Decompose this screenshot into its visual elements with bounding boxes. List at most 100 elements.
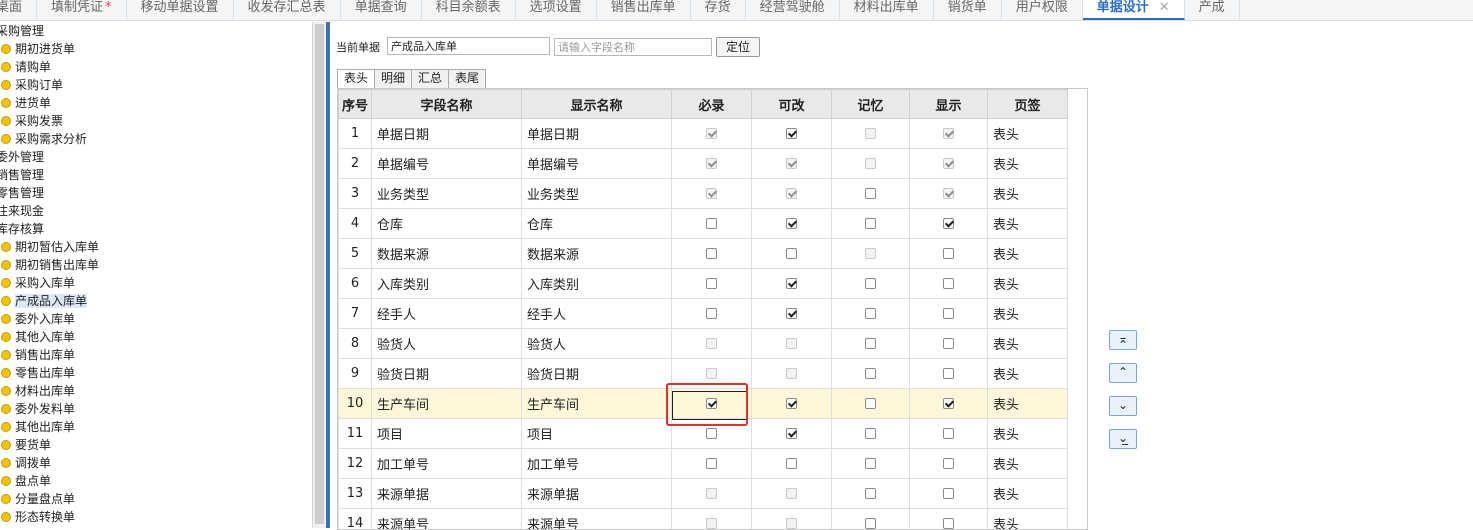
editable-checkbox[interactable] — [786, 308, 797, 319]
editable-checkbox[interactable] — [786, 458, 797, 469]
display-name-cell[interactable]: 加工单号 — [522, 449, 672, 479]
tree-leaf[interactable]: 请购单 — [0, 58, 312, 76]
editable-checkbox[interactable] — [786, 278, 797, 289]
memory-checkbox[interactable] — [865, 308, 876, 319]
table-row[interactable]: 8验货人验货人表头 — [339, 329, 1068, 359]
section-tab[interactable]: 表头 — [337, 69, 375, 89]
tree-group[interactable]: 库存核算 — [0, 220, 312, 238]
tree-group[interactable]: 采购管理 — [0, 22, 312, 40]
tab-item[interactable]: 移动单据设置 — [127, 0, 234, 20]
tab-item[interactable]: 桌面 — [0, 0, 37, 20]
required-checkbox[interactable] — [706, 248, 717, 259]
page-cell[interactable]: 表头 — [988, 119, 1068, 149]
tab-item[interactable]: 单据设计✕ — [1083, 0, 1185, 20]
tree-leaf[interactable]: 采购入库单 — [0, 274, 312, 292]
tree-leaf[interactable]: 进货单 — [0, 94, 312, 112]
display-name-cell[interactable]: 单据编号 — [522, 149, 672, 179]
table-row[interactable]: 3业务类型业务类型表头 — [339, 179, 1068, 209]
memory-checkbox[interactable] — [865, 458, 876, 469]
tree-leaf[interactable]: 期初进货单 — [0, 40, 312, 58]
display-name-cell[interactable]: 来源单号 — [522, 509, 672, 530]
show-checkbox[interactable] — [943, 398, 954, 409]
table-row[interactable]: 7经手人经手人表头 — [339, 299, 1068, 329]
tab-item[interactable]: 科目余额表 — [422, 0, 516, 20]
tab-item[interactable]: 单据查询 — [341, 0, 422, 20]
page-cell[interactable]: 表头 — [988, 329, 1068, 359]
move-up-button[interactable]: ⌃ — [1109, 363, 1137, 383]
memory-checkbox[interactable] — [865, 518, 876, 529]
section-tab[interactable]: 汇总 — [411, 69, 449, 88]
tree-leaf[interactable]: 销售出库单 — [0, 346, 312, 364]
show-checkbox[interactable] — [943, 458, 954, 469]
tab-item[interactable]: 销货单 — [934, 0, 1002, 20]
field-name-cell[interactable]: 仓库 — [372, 209, 522, 239]
required-checkbox[interactable] — [706, 308, 717, 319]
tab-item[interactable]: 产成 — [1185, 0, 1240, 20]
section-tab[interactable]: 明细 — [374, 69, 412, 88]
tab-item[interactable]: 材料出库单 — [840, 0, 934, 20]
memory-checkbox[interactable] — [865, 398, 876, 409]
tree-leaf[interactable]: 产成品入库单 — [0, 292, 312, 310]
table-row[interactable]: 4仓库仓库表头 — [339, 209, 1068, 239]
tree-scrollbar-thumb[interactable] — [315, 24, 324, 524]
tree-leaf[interactable]: 期初销售出库单 — [0, 256, 312, 274]
page-cell[interactable]: 表头 — [988, 209, 1068, 239]
editable-checkbox[interactable] — [786, 128, 797, 139]
tree-leaf[interactable]: 委外入库单 — [0, 310, 312, 328]
move-bottom-button[interactable]: ⌄̲ — [1109, 429, 1137, 449]
table-row[interactable]: 2单据编号单据编号表头 — [339, 149, 1068, 179]
display-name-cell[interactable]: 验货日期 — [522, 359, 672, 389]
tree-leaf[interactable]: 采购需求分析 — [0, 130, 312, 148]
memory-checkbox[interactable] — [865, 488, 876, 499]
tab-item[interactable]: 收发存汇总表 — [234, 0, 341, 20]
memory-checkbox[interactable] — [865, 278, 876, 289]
required-checkbox[interactable] — [706, 218, 717, 229]
required-checkbox[interactable] — [706, 428, 717, 439]
table-row[interactable]: 13来源单据来源单据表头 — [339, 479, 1068, 509]
table-row[interactable]: 1单据日期单据日期表头 — [339, 119, 1068, 149]
section-tab[interactable]: 表尾 — [448, 69, 486, 88]
show-checkbox[interactable] — [943, 248, 954, 259]
close-icon[interactable]: ✕ — [1159, 0, 1170, 16]
move-top-button[interactable]: ⌅ — [1109, 330, 1137, 350]
field-name-cell[interactable]: 生产车间 — [372, 389, 522, 419]
editable-checkbox[interactable] — [786, 248, 797, 259]
editable-checkbox[interactable] — [786, 218, 797, 229]
field-name-cell[interactable]: 来源单据 — [372, 479, 522, 509]
field-name-cell[interactable]: 业务类型 — [372, 179, 522, 209]
display-name-cell[interactable]: 入库类别 — [522, 269, 672, 299]
page-cell[interactable]: 表头 — [988, 389, 1068, 419]
field-name-cell[interactable]: 项目 — [372, 419, 522, 449]
tree-leaf[interactable]: 分量盘点单 — [0, 490, 312, 508]
tab-item[interactable]: 销售出库单 — [597, 0, 691, 20]
tab-item[interactable]: 填制凭证* — [37, 0, 127, 20]
field-name-cell[interactable]: 来源单号 — [372, 509, 522, 530]
tree-group[interactable]: 委外管理 — [0, 148, 312, 166]
display-name-cell[interactable]: 数据来源 — [522, 239, 672, 269]
locate-button[interactable]: 定位 — [716, 37, 760, 57]
display-name-cell[interactable]: 单据日期 — [522, 119, 672, 149]
tree-leaf[interactable]: 要货单 — [0, 436, 312, 454]
display-name-cell[interactable]: 生产车间 — [522, 389, 672, 419]
tree-scrollbar[interactable] — [312, 22, 327, 528]
tree-leaf[interactable]: 形态转换单 — [0, 508, 312, 526]
field-name-cell[interactable]: 验货日期 — [372, 359, 522, 389]
display-name-cell[interactable]: 经手人 — [522, 299, 672, 329]
panel-splitter[interactable] — [326, 22, 330, 528]
memory-checkbox[interactable] — [865, 338, 876, 349]
tree-leaf[interactable]: 委外发料单 — [0, 400, 312, 418]
field-name-cell[interactable]: 加工单号 — [372, 449, 522, 479]
field-name-cell[interactable]: 经手人 — [372, 299, 522, 329]
page-cell[interactable]: 表头 — [988, 419, 1068, 449]
show-checkbox[interactable] — [943, 428, 954, 439]
tab-item[interactable]: 选项设置 — [516, 0, 597, 20]
table-row[interactable]: 14来源单号来源单号表头 — [339, 509, 1068, 530]
tree-leaf[interactable]: 其他出库单 — [0, 418, 312, 436]
tree-group[interactable]: 往来现金 — [0, 202, 312, 220]
page-cell[interactable]: 表头 — [988, 299, 1068, 329]
editable-checkbox[interactable] — [786, 398, 797, 409]
show-checkbox[interactable] — [943, 368, 954, 379]
tab-item[interactable]: 经营驾驶舱 — [746, 0, 840, 20]
show-checkbox[interactable] — [943, 308, 954, 319]
table-row[interactable]: 12加工单号加工单号表头 — [339, 449, 1068, 479]
